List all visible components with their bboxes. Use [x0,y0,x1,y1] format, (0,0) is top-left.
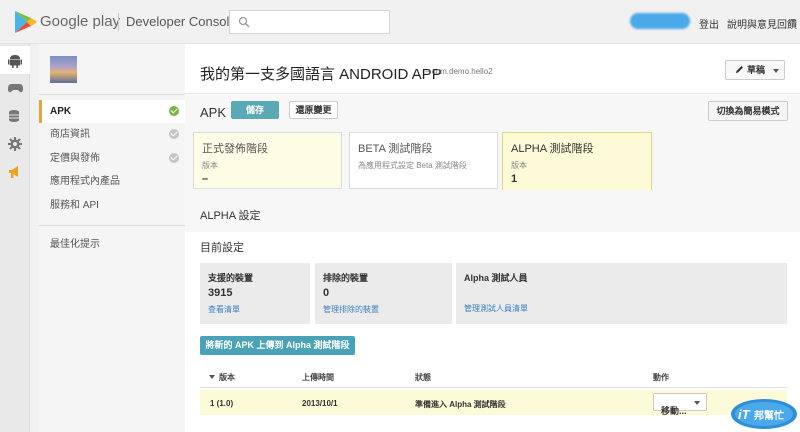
nav-item-in-app-products[interactable]: 應用程式內產品 [39,170,185,193]
stage-subtitle: 版本 [511,161,527,170]
rail-item-database[interactable] [0,102,30,130]
table-row: 1 (1.0) 2013/10/1 準備進入 Alpha 測試階段 移動... [200,390,787,416]
brand-name[interactable]: Google play [40,13,120,30]
database-icon [9,110,19,122]
gamepad-icon [7,84,23,93]
alpha-testers-card: Alpha 測試人員 管理測試人員清單 [456,263,787,324]
excluded-devices-card: 排除的裝置 0 管理排除的裝置 [315,263,452,324]
card-title: 支援的裝置 [208,273,254,283]
nav-item-apk[interactable]: APK [39,100,185,123]
rail-item-announcements[interactable] [0,158,30,186]
gear-icon [8,137,22,151]
column-header-action: 動作 [653,373,669,382]
view-list-link[interactable]: 查看清單 [208,304,302,315]
cell-uploaded: 2013/10/1 [302,399,338,408]
tab-production[interactable]: 正式發佈階段 版本 – [193,132,342,189]
chevron-down-icon [773,69,779,73]
card-title: 排除的裝置 [323,273,369,283]
column-header-status: 狀態 [415,373,431,382]
save-button[interactable]: 儲存 [231,101,279,119]
apk-panel: APK 儲存 還原變更 切換為簡易模式 正式發佈階段 版本 – BETA 測試階… [185,95,800,232]
supported-devices-card: 支援的裝置 3915 查看清單 [200,263,310,324]
check-circle-icon [169,153,179,163]
nav-item-label: 定價與發佈 [50,153,100,164]
app-title: 我的第一支多國語言 ANDROID APP [200,66,442,83]
rail-item-apps[interactable] [0,46,30,74]
android-icon [8,54,22,68]
upload-apk-button[interactable]: 將新的 APK 上傳到 Alpha 測試階段 [200,336,355,355]
stage-version: 1 [511,173,518,185]
search-input[interactable] [229,10,390,34]
chevron-down-icon[interactable] [790,19,796,23]
nav-item-label: 服務和 API [50,200,99,211]
divider [39,94,185,95]
chevron-down-icon [694,401,700,405]
column-header-uploaded: 上傳時間 [302,373,334,382]
draft-label: 草稿 [747,65,766,75]
sort-desc-icon[interactable] [209,375,215,379]
check-circle-icon [169,106,179,116]
table-header: 版本 上傳時間 狀態 動作 [200,366,787,388]
pencil-icon [736,66,743,73]
nav-item-label: 應用程式內產品 [50,176,120,187]
nav-item-label: APK [50,106,72,117]
move-label: 移動... [661,406,687,416]
stage-title: BETA 測試階段 [358,143,433,155]
ithome-watermark-logo: iT 邦幫忙 [731,399,797,429]
check-circle-icon [169,129,179,139]
svg-text:iT: iT [738,407,751,422]
draft-status-button[interactable]: 草稿 [725,60,785,80]
stage-title: 正式發佈階段 [202,143,268,155]
stage-title: ALPHA 測試階段 [511,143,594,155]
tab-beta[interactable]: BETA 測試階段 為應用程式設定 Beta 測試階段 [349,132,498,189]
nav-item-pricing[interactable]: 定價與發佈 [39,147,185,170]
cell-version: 1 (1.0) [210,399,234,408]
help-feedback-link[interactable]: 說明與意見回饋 [727,16,797,31]
top-bar: Google play Developer Console 登出 說明與意見回饋 [0,0,800,44]
app-header: 我的第一支多國語言 ANDROID APP – com.demo.hello2 … [185,44,800,94]
product-name: Developer Console [126,14,237,29]
brand-divider [118,13,119,31]
manage-testers-link[interactable]: 管理測試人員清單 [464,303,779,314]
search-icon [238,16,250,28]
app-nav-panel: APK 商店資訊 定價與發佈 應用程式內產品 服務和 API 最佳化提示 [39,44,185,432]
section-rail [0,44,30,432]
card-value: 3915 [208,287,233,299]
apk-heading: APK [200,105,227,120]
stage-version: – [202,173,209,185]
rail-item-games[interactable] [0,74,30,102]
column-header-version[interactable]: 版本 [219,372,235,383]
main-content: 我的第一支多國語言 ANDROID APP – com.demo.hello2 … [185,44,800,432]
stage-subtitle: 為應用程式設定 Beta 測試階段 [358,161,467,170]
stage-subtitle: 版本 [202,161,218,170]
discard-changes-button[interactable]: 還原變更 [289,101,338,119]
nav-item-optimization-tips[interactable]: 最佳化提示 [39,233,185,256]
alpha-settings-title: ALPHA 設定 [200,210,261,222]
logout-link[interactable]: 登出 [699,16,719,31]
nav-item-services-api[interactable]: 服務和 API [39,194,185,217]
simple-mode-button[interactable]: 切換為簡易模式 [708,101,788,121]
nav-item-label: 商店資訊 [50,129,90,140]
google-play-logo[interactable] [13,9,37,35]
package-name: – com.demo.hello2 [425,67,493,76]
move-dropdown-button[interactable]: 移動... [653,393,707,416]
nav-item-label: 最佳化提示 [50,239,100,250]
nav-item-store-listing[interactable]: 商店資訊 [39,123,185,146]
cell-status: 準備進入 Alpha 測試階段 [415,400,506,409]
tab-alpha[interactable]: ALPHA 測試階段 版本 1 [502,132,652,190]
rail-item-settings[interactable] [0,130,30,158]
divider [39,225,185,226]
account-name-redacted[interactable] [630,13,690,29]
card-title: Alpha 測試人員 [464,273,528,283]
current-settings-title: 目前設定 [200,242,244,254]
svg-text:邦幫忙: 邦幫忙 [754,409,784,422]
megaphone-icon [9,166,18,178]
app-icon[interactable] [50,56,77,83]
manage-excluded-link[interactable]: 管理排除的裝置 [323,304,444,315]
card-value: 0 [323,287,330,299]
